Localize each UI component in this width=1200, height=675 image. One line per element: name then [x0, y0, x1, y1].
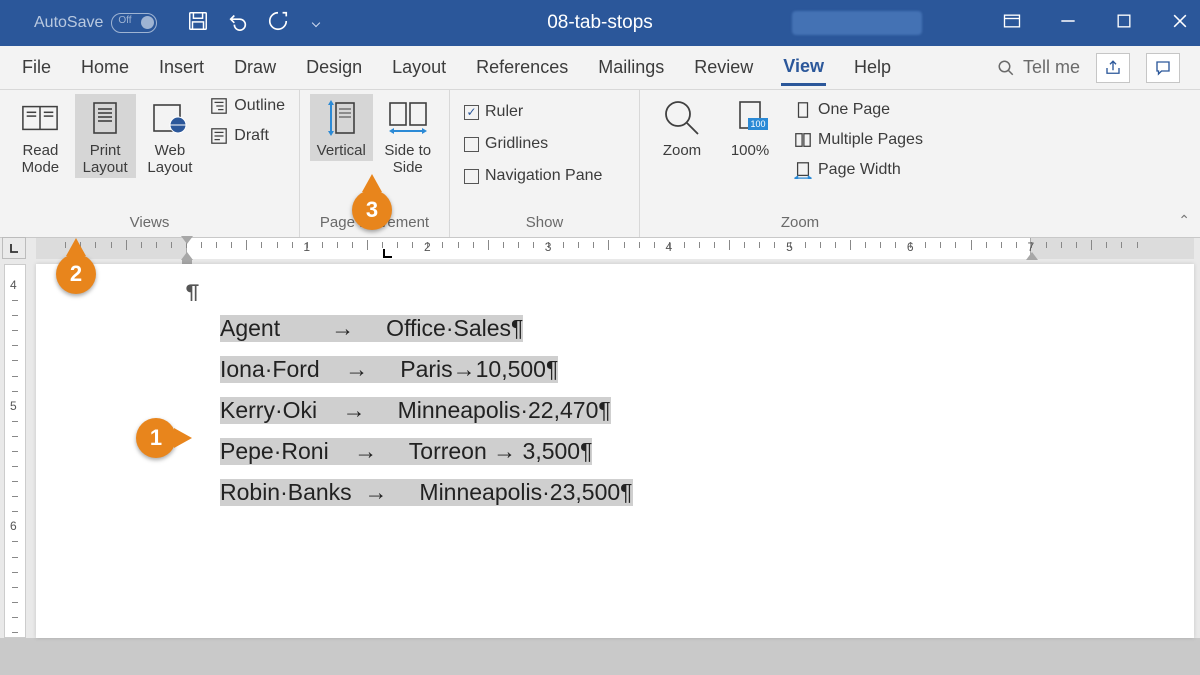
document-line[interactable]: Robin·Banks → Minneapolis·23,500¶	[220, 479, 1194, 506]
draft-button[interactable]: Draft	[206, 124, 289, 148]
checkbox-checked-icon	[464, 105, 479, 120]
ribbon-tabs: File Home Insert Draw Design Layout Refe…	[0, 46, 1200, 90]
tab-file[interactable]: File	[20, 51, 53, 84]
side-icon	[386, 99, 430, 137]
ribbon-display-icon[interactable]	[1002, 11, 1022, 35]
one-page-icon	[794, 101, 812, 119]
vertical-button[interactable]: Vertical	[310, 94, 373, 161]
tell-me-label: Tell me	[1023, 57, 1080, 78]
left-tab-icon	[8, 242, 20, 254]
side-to-side-button[interactable]: Side to Side	[377, 94, 440, 178]
autosave-toggle[interactable]: AutoSave Off	[34, 13, 157, 33]
tab-references[interactable]: References	[474, 51, 570, 84]
bottom-gap	[0, 638, 1200, 675]
multiple-pages-button[interactable]: Multiple Pages	[790, 128, 927, 152]
titlebar: AutoSave Off 08-tab-stops	[0, 0, 1200, 46]
multi-pages-icon	[794, 131, 812, 149]
close-icon[interactable]	[1170, 11, 1190, 35]
tell-me-search[interactable]: Tell me	[997, 57, 1080, 78]
pilcrow-mark: ¶	[186, 278, 1194, 305]
redo-icon[interactable]	[267, 10, 289, 36]
group-views-label: Views	[10, 210, 289, 237]
gridlines-checkbox[interactable]: Gridlines	[460, 132, 552, 156]
workspace: 1234567 456 ¶ Agent → Office·Sales¶ Iona·…	[0, 238, 1200, 638]
quick-access-toolbar	[187, 10, 319, 36]
minimize-icon[interactable]	[1058, 11, 1078, 35]
navpane-checkbox[interactable]: Navigation Pane	[460, 164, 606, 188]
account-name-blurred	[792, 11, 922, 35]
group-zoom: Zoom 100 100% One Page Multiple Pages Pa…	[640, 90, 960, 237]
comment-icon	[1154, 59, 1172, 77]
ribbon-body: Read Mode Print Layout Web Layout Outlin…	[0, 90, 1200, 238]
document-line[interactable]: Iona·Ford → Paris→10,500¶	[220, 356, 1194, 383]
draft-icon	[210, 127, 228, 145]
checkbox-icon	[464, 169, 479, 184]
share-icon	[1104, 59, 1122, 77]
tab-layout[interactable]: Layout	[390, 51, 448, 84]
document-page[interactable]: ¶ Agent → Office·Sales¶ Iona·Ford → Paris…	[36, 264, 1194, 638]
ruler-checkbox[interactable]: Ruler	[460, 100, 527, 124]
qat-customize-icon[interactable]	[312, 19, 320, 27]
callout-1: 1	[136, 418, 176, 458]
checkbox-icon	[464, 137, 479, 152]
tab-mailings[interactable]: Mailings	[596, 51, 666, 84]
tab-home[interactable]: Home	[79, 51, 131, 84]
tab-review[interactable]: Review	[692, 51, 755, 84]
vertical-icon	[326, 99, 356, 137]
read-mode-icon	[21, 103, 59, 133]
svg-text:100: 100	[750, 119, 765, 129]
share-button[interactable]	[1096, 53, 1130, 83]
tab-stop-marker[interactable]	[382, 248, 393, 259]
autosave-pill[interactable]: Off	[111, 13, 157, 33]
zoom-icon	[662, 98, 702, 138]
web-layout-button[interactable]: Web Layout	[140, 94, 201, 178]
comments-button[interactable]	[1146, 53, 1180, 83]
group-zoom-label: Zoom	[650, 210, 950, 237]
print-layout-button[interactable]: Print Layout	[75, 94, 136, 178]
document-line[interactable]: Pepe·Roni → Torreon → 3,500¶	[220, 438, 1194, 465]
vertical-ruler[interactable]: 456	[4, 264, 26, 638]
page-width-icon	[794, 161, 812, 179]
document-line[interactable]: Agent → Office·Sales¶	[220, 315, 1194, 342]
tab-help[interactable]: Help	[852, 51, 893, 84]
page-width-button[interactable]: Page Width	[790, 158, 927, 182]
document-line[interactable]: Kerry·Oki → Minneapolis·22,470¶	[220, 397, 1194, 424]
print-layout-icon	[90, 101, 120, 135]
tab-design[interactable]: Design	[304, 51, 364, 84]
tab-insert[interactable]: Insert	[157, 51, 206, 84]
tab-view[interactable]: View	[781, 50, 826, 86]
read-mode-button[interactable]: Read Mode	[10, 94, 71, 178]
undo-icon[interactable]	[227, 10, 249, 36]
zoom-button[interactable]: Zoom	[650, 94, 714, 161]
group-show-label: Show	[460, 210, 629, 237]
callout-2: 2	[56, 254, 96, 294]
one-page-button[interactable]: One Page	[790, 98, 927, 122]
web-layout-icon	[152, 101, 188, 135]
first-line-indent-marker[interactable]	[181, 236, 193, 244]
outline-button[interactable]: Outline	[206, 94, 289, 118]
tab-draw[interactable]: Draw	[232, 51, 278, 84]
callout-3: 3	[352, 190, 392, 230]
zoom-100-icon: 100	[730, 100, 770, 136]
save-icon[interactable]	[187, 10, 209, 36]
outline-icon	[210, 97, 228, 115]
autosave-label: AutoSave	[34, 14, 103, 32]
collapse-ribbon-icon[interactable]: ⌃	[1178, 212, 1190, 229]
right-indent-marker[interactable]	[1026, 252, 1038, 260]
maximize-icon[interactable]	[1114, 11, 1134, 35]
document-title: 08-tab-stops	[547, 12, 653, 34]
search-icon	[997, 59, 1015, 77]
tab-selector[interactable]	[2, 237, 26, 259]
hanging-indent-marker[interactable]	[181, 252, 193, 260]
horizontal-ruler[interactable]: 1234567	[36, 238, 1194, 259]
group-views: Read Mode Print Layout Web Layout Outlin…	[0, 90, 300, 237]
group-show: Ruler Gridlines Navigation Pane Show	[450, 90, 640, 237]
zoom-100-button[interactable]: 100 100%	[718, 94, 782, 161]
